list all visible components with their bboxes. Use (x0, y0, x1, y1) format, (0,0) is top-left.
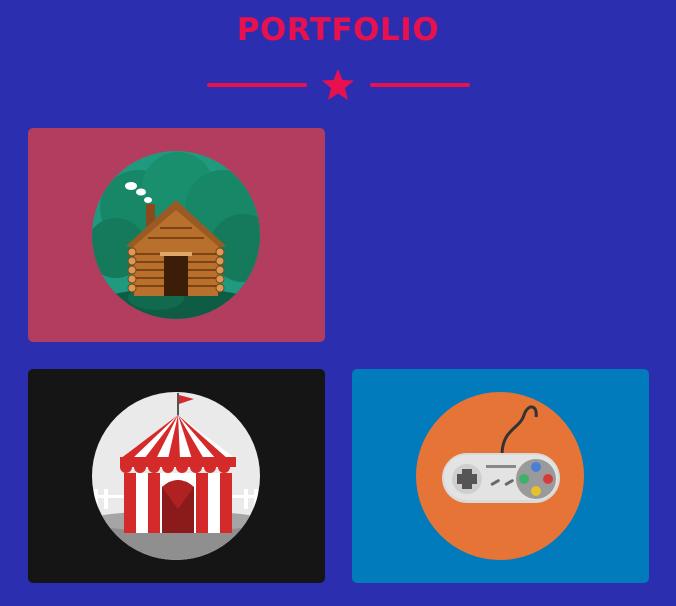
divider-line-right (370, 83, 470, 87)
title-divider (0, 66, 676, 106)
game-controller-icon (416, 392, 584, 560)
portfolio-item-gamepad[interactable] (352, 369, 649, 583)
portfolio-item-cabin[interactable] (28, 128, 325, 342)
star-icon (322, 69, 354, 100)
portfolio-item-circus[interactable] (28, 369, 325, 583)
divider-line-left (207, 83, 307, 87)
page-title: PORTFOLIO (236, 12, 440, 48)
